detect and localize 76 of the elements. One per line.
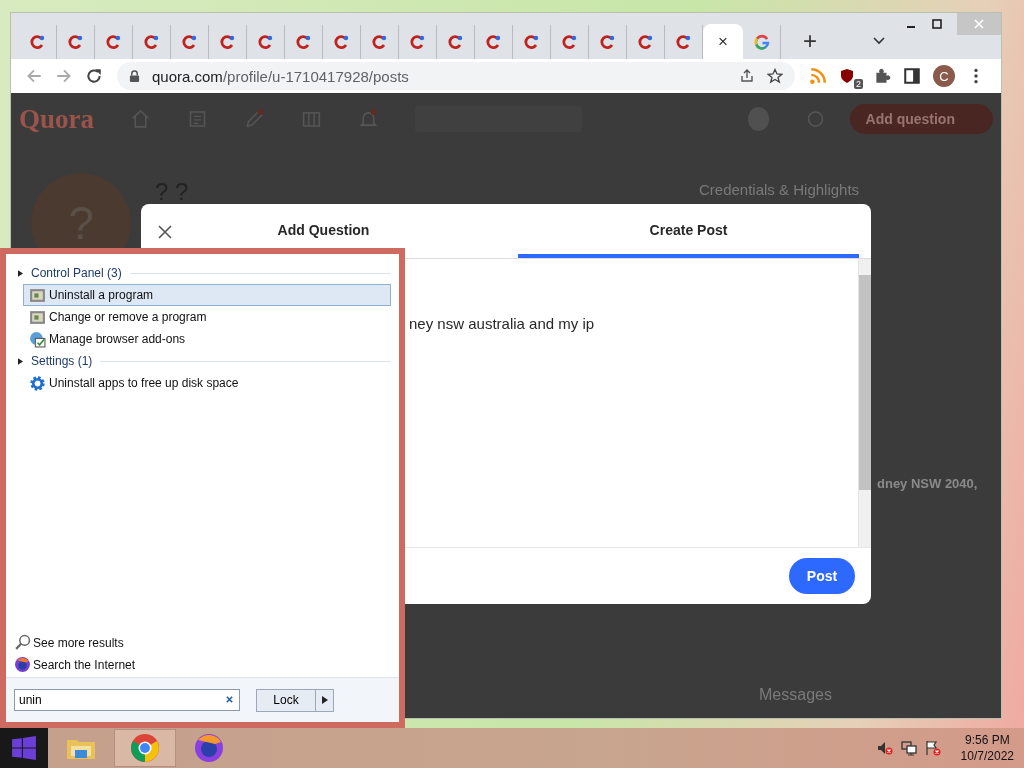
lock-icon bbox=[129, 69, 140, 83]
gear-icon bbox=[29, 374, 46, 392]
network-icon[interactable] bbox=[900, 740, 917, 756]
chrome-icon bbox=[129, 732, 161, 764]
clear-icon[interactable] bbox=[225, 695, 234, 704]
arrow-right-icon bbox=[321, 696, 328, 704]
messages-label: Messages bbox=[759, 686, 832, 704]
lock-button[interactable]: Lock bbox=[256, 688, 316, 712]
windows-logo-icon bbox=[11, 735, 37, 761]
profile-name: ? ? bbox=[155, 178, 189, 206]
favicon-icon bbox=[447, 34, 464, 50]
program-icon bbox=[29, 308, 46, 326]
shield-icon bbox=[839, 68, 855, 84]
result-item[interactable]: Uninstall apps to free up disk space bbox=[23, 372, 391, 394]
reload-icon[interactable] bbox=[85, 67, 103, 85]
favicon-icon bbox=[523, 34, 540, 50]
section-heading: Credentials & Highlights bbox=[699, 181, 860, 198]
share-icon[interactable] bbox=[739, 68, 755, 84]
favicon-icon bbox=[257, 34, 274, 50]
favicon-icon bbox=[219, 34, 236, 50]
google-icon bbox=[753, 34, 770, 50]
muted-speaker-icon[interactable] bbox=[876, 740, 893, 756]
expand-icon[interactable] bbox=[18, 357, 23, 365]
favicon-icon bbox=[637, 34, 654, 50]
browser-tab[interactable]: × bbox=[703, 24, 743, 60]
side-panel-icon[interactable] bbox=[903, 67, 921, 85]
firefox-icon bbox=[14, 656, 31, 673]
favicon-icon bbox=[561, 34, 578, 50]
puzzle-icon[interactable] bbox=[873, 67, 891, 85]
favicon-icon bbox=[599, 34, 616, 50]
group-heading[interactable]: Settings (1) bbox=[31, 354, 93, 368]
profile-avatar[interactable]: C bbox=[933, 65, 955, 87]
search-icon bbox=[14, 634, 31, 651]
result-item[interactable]: Change or remove a program bbox=[23, 306, 391, 328]
maximize-icon[interactable] bbox=[931, 18, 943, 30]
favicon-icon bbox=[143, 34, 160, 50]
expand-icon[interactable] bbox=[18, 269, 23, 277]
rss-icon[interactable] bbox=[809, 67, 827, 85]
favicon-icon bbox=[333, 34, 350, 50]
start-button[interactable] bbox=[0, 728, 48, 768]
favicon-icon bbox=[485, 34, 502, 50]
result-item[interactable]: Manage browser add-ons bbox=[23, 328, 391, 350]
close-icon bbox=[973, 18, 985, 30]
favicon-icon bbox=[181, 34, 198, 50]
result-item[interactable]: Uninstall a program bbox=[23, 284, 391, 306]
post-text[interactable]: ney nsw australia and my ip bbox=[409, 315, 595, 332]
dialog-tab[interactable]: Create Post bbox=[518, 204, 859, 258]
scrollbar[interactable] bbox=[858, 259, 871, 547]
search-link[interactable]: Search the Internet bbox=[14, 656, 399, 673]
favicon-icon bbox=[409, 34, 426, 50]
search-field[interactable]: unin bbox=[14, 689, 240, 711]
program-icon bbox=[29, 286, 46, 304]
favicon-icon bbox=[67, 34, 84, 50]
favicon-icon bbox=[371, 34, 388, 50]
flag-icon[interactable] bbox=[924, 740, 941, 756]
clock-time[interactable]: 9:56 PM bbox=[964, 732, 1010, 748]
extension-badge: 2 bbox=[854, 79, 863, 89]
favicon-icon bbox=[29, 34, 46, 50]
firefox-icon bbox=[193, 732, 225, 764]
search-link[interactable]: See more results bbox=[14, 634, 399, 651]
browser-addons-icon bbox=[29, 330, 46, 348]
favicon-icon bbox=[105, 34, 122, 50]
address-bar[interactable]: quora.com/profile/u-1710417928/posts bbox=[117, 62, 795, 90]
location-text: dney NSW 2040, bbox=[877, 476, 978, 491]
new-tab-button[interactable]: + bbox=[803, 29, 817, 53]
favicon-icon bbox=[295, 34, 312, 50]
chevron-down-icon[interactable] bbox=[873, 37, 885, 45]
close-icon[interactable] bbox=[157, 224, 173, 240]
shield-extension-button[interactable]: 2 bbox=[839, 65, 861, 87]
star-icon[interactable] bbox=[767, 68, 783, 84]
close-tab-button[interactable]: × bbox=[718, 32, 728, 52]
favicon-icon bbox=[675, 34, 692, 50]
power-options-button[interactable] bbox=[316, 688, 334, 712]
taskbar-app[interactable] bbox=[114, 729, 176, 767]
clock-date[interactable]: 10/7/2022 bbox=[960, 748, 1014, 764]
post-button[interactable]: Post bbox=[789, 558, 855, 594]
